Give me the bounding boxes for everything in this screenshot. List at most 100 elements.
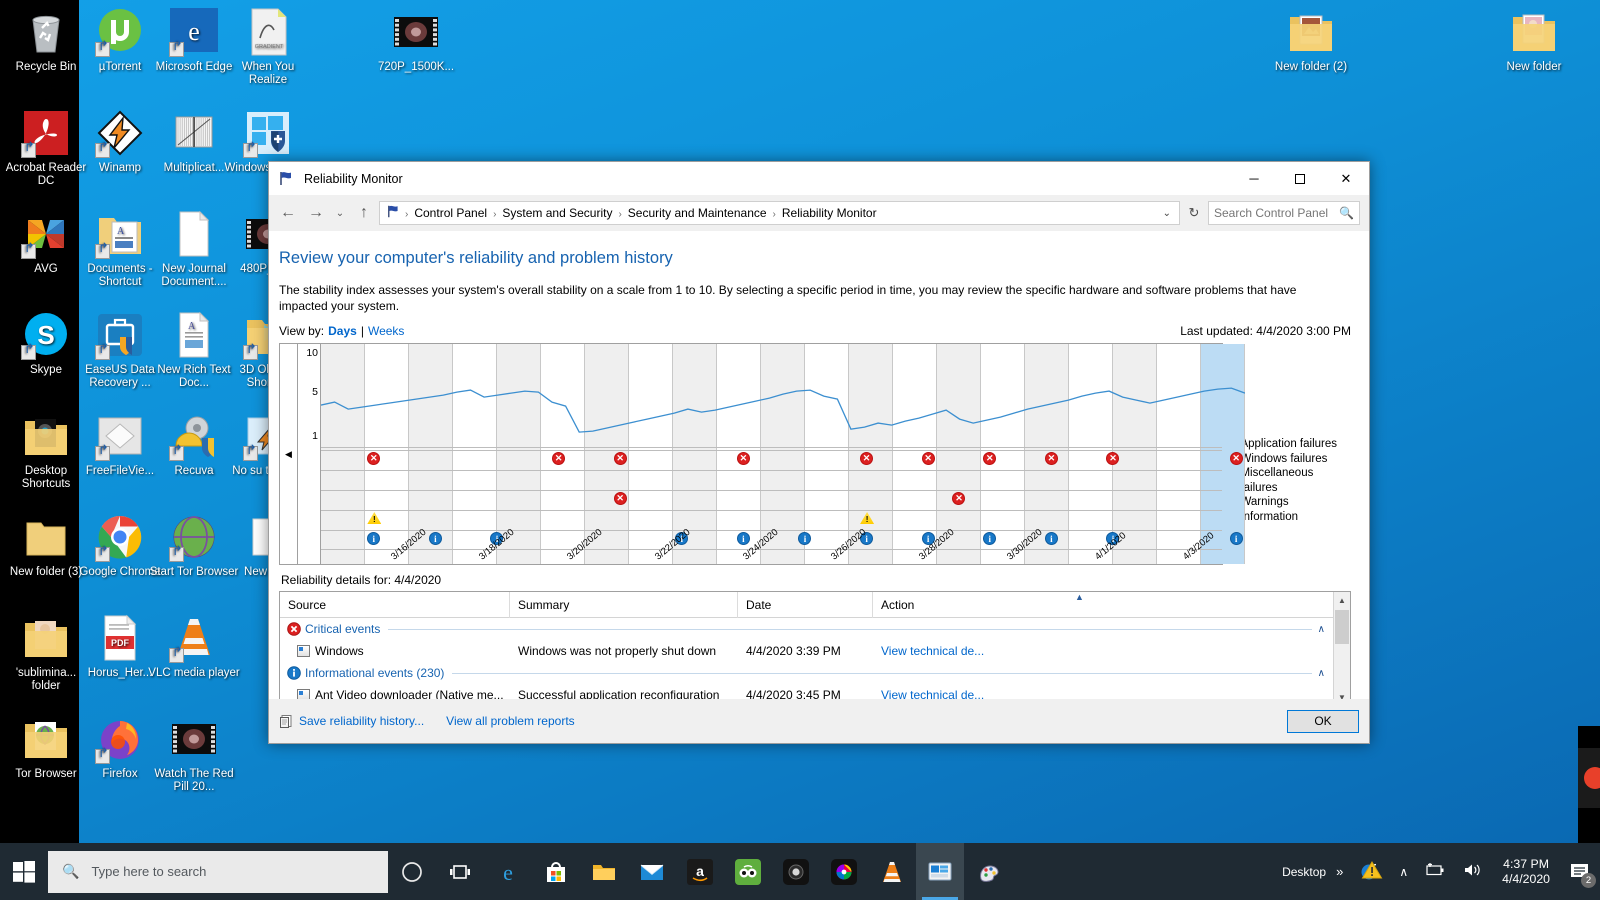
desktop-label[interactable]: Desktop [1274,865,1334,879]
critical-icon[interactable]: ✕ [921,452,935,465]
forward-button[interactable]: → [303,200,329,226]
view-technical-details-link[interactable]: View technical de... [873,688,1033,699]
breadcrumb-item[interactable]: Control Panel [409,206,492,220]
volume-icon[interactable] [1454,862,1492,881]
up-button[interactable]: ↑ [351,200,377,226]
windows-start-icon[interactable] [0,843,48,900]
desktop-icon-new-folder[interactable]: New folder [1488,8,1580,74]
minimize-button[interactable]: ─ [1231,162,1277,195]
taskbar-item-amazon[interactable]: a [676,843,724,900]
close-button[interactable]: ✕ [1323,162,1369,195]
critical-icon[interactable]: ✕ [613,492,627,505]
taskbar-item-tripadvisor[interactable] [724,843,772,900]
collapse-group-icon[interactable]: ∧ [1318,668,1333,679]
file-explorer-icon [591,859,617,885]
tor-icon [169,513,218,562]
desktop-icon-720p-1500k[interactable]: 720P_1500K... [370,8,462,74]
scroll-up-arrow[interactable]: ▲ [1334,592,1350,609]
ok-button[interactable]: OK [1287,709,1359,733]
critical-icon[interactable]: ✕ [860,452,874,465]
breadcrumb-item[interactable]: System and Security [497,206,617,220]
search-input[interactable]: Search Control Panel 🔍 [1208,201,1360,225]
taskbar[interactable]: 🔍 Type here to search e a Desktop » ∧ 4:3… [0,843,1600,900]
tripadvisor-icon [735,858,761,885]
recent-locations-button[interactable]: ⌄ [331,200,349,226]
info-icon[interactable]: i [428,532,442,545]
column-header-summary[interactable]: Summary [510,592,738,618]
event-source-icon [297,645,310,657]
taskbar-item-mail[interactable] [628,843,676,900]
scroll-left-arrow[interactable]: ◀ [280,344,298,564]
table-row[interactable]: Ant Video downloader (Native me... Succes… [280,684,1333,699]
battery-icon[interactable] [1416,863,1454,880]
critical-icon[interactable]: ✕ [1229,452,1243,465]
table-group-header[interactable]: Informational events (230) ∧ [280,662,1333,684]
avg-icon [21,210,70,259]
tray-overflow-icon[interactable]: » [1328,864,1351,879]
desktop-icon-label: VLC media player [148,667,240,679]
info-icon[interactable]: i [1229,532,1243,545]
column-header-action[interactable]: Action [873,592,1033,618]
security-warning-icon[interactable] [1351,858,1391,885]
column-header-date[interactable]: Date [738,592,873,618]
maximize-button[interactable] [1277,162,1323,195]
legend-item: Information [1240,510,1298,523]
taskbar-item-task-view[interactable] [436,843,484,900]
desktop-icon-when-you-realize[interactable]: GRADIENT When You Realize [222,8,314,87]
collapse-group-icon[interactable]: ∧ [1318,624,1333,635]
scrollbar-thumb[interactable] [1335,610,1349,644]
save-icon [279,714,294,729]
scroll-down-arrow[interactable]: ▼ [1334,689,1350,699]
table-scrollbar[interactable]: ▲ ▼ [1333,592,1350,699]
back-button[interactable]: ← [275,200,301,226]
taskbar-search-input[interactable]: 🔍 Type here to search [48,850,388,893]
image-file-icon: GRADIENT [244,8,292,56]
view-all-problem-reports-link[interactable]: View all problem reports [446,714,575,728]
save-reliability-history-link[interactable]: Save reliability history... [299,714,424,728]
table-row[interactable]: Windows Windows was not properly shut dow… [280,640,1333,662]
info-icon[interactable]: i [1044,532,1058,545]
desktop-icon-new-folder-2[interactable]: New folder (2) [1265,8,1357,74]
breadcrumb[interactable]: › Control Panel › System and Security › Secur… [379,201,1180,225]
taskbar-item-paint[interactable] [964,843,1012,900]
view-technical-details-link[interactable]: View technical de... [873,644,1033,658]
details-table[interactable]: Source Summary Date Action ▲ Critical ev… [279,591,1351,699]
notification-icon[interactable]: 2 [1560,843,1600,900]
taskbar-item-cortana[interactable] [388,843,436,900]
taskbar-item-vlc[interactable] [868,843,916,900]
taskbar-item-microsoft-store[interactable] [532,843,580,900]
window-titlebar[interactable]: Reliability Monitor ─ ✕ [269,162,1369,195]
legend-item: Miscellaneous failures [1240,467,1314,494]
taskbar-item-microsoft-edge[interactable]: e [484,843,532,900]
chart-plot-area[interactable]: ✕ ✕ ✕ ✕ ✕ ✕ ✕ ✕ ✕ ✕ ✕ ✕!! i i i i i i i i i i i i 3/16/2020 3/18… [320,344,1245,564]
desktop-icon-label: New folder [1506,61,1562,73]
breadcrumb-item[interactable]: Security and Maintenance [623,206,772,220]
view-days-link[interactable]: Days [328,324,357,338]
system-tray: Desktop » ∧ 4:37 PM 4/4/2020 2 [1274,843,1600,900]
taskbar-item-reliability-monitor[interactable] [916,843,964,900]
microsoft-store-icon [543,859,569,885]
floating-record-widget[interactable] [1578,748,1600,808]
critical-icon[interactable]: ✕ [552,452,566,465]
refresh-icon[interactable]: ↻ [1182,201,1206,225]
stability-chart[interactable]: ◀ 10 5 1 ✕ ✕ ✕ ✕ ✕ ✕ ✕ ✕ ✕ ✕ ✕ ✕!! i i i i i i i i i i i i 3/16/2… [279,343,1245,565]
chevron-up-icon[interactable]: ∧ [1391,865,1416,879]
view-weeks-link[interactable]: Weeks [368,324,404,338]
taskbar-item-color-app[interactable] [820,843,868,900]
critical-icon[interactable]: ✕ [613,452,627,465]
taskbar-item-file-explorer[interactable] [580,843,628,900]
notification-count: 2 [1581,873,1596,888]
critical-icon[interactable]: ✕ [1044,452,1058,465]
desktop-icon-watch-the-red-pill-20[interactable]: Watch The Red Pill 20... [148,715,240,794]
shortcut-overlay-icon [169,446,184,461]
critical-icon[interactable]: ✕ [736,452,750,465]
clock[interactable]: 4:37 PM 4/4/2020 [1492,857,1560,887]
column-header-source[interactable]: Source [280,592,510,618]
info-icon[interactable]: i [736,532,750,545]
desktop-icon-vlc-media-player[interactable]: VLC media player [148,614,240,680]
chevron-down-icon[interactable]: ⌄ [1163,208,1175,219]
breadcrumb-item[interactable]: Reliability Monitor [777,206,882,220]
table-group-header[interactable]: Critical events ∧ [280,618,1333,640]
taskbar-item-camera-app[interactable] [772,843,820,900]
reliability-monitor-window[interactable]: Reliability Monitor ─ ✕ ← → ⌄ ↑ › Control… [268,161,1370,744]
